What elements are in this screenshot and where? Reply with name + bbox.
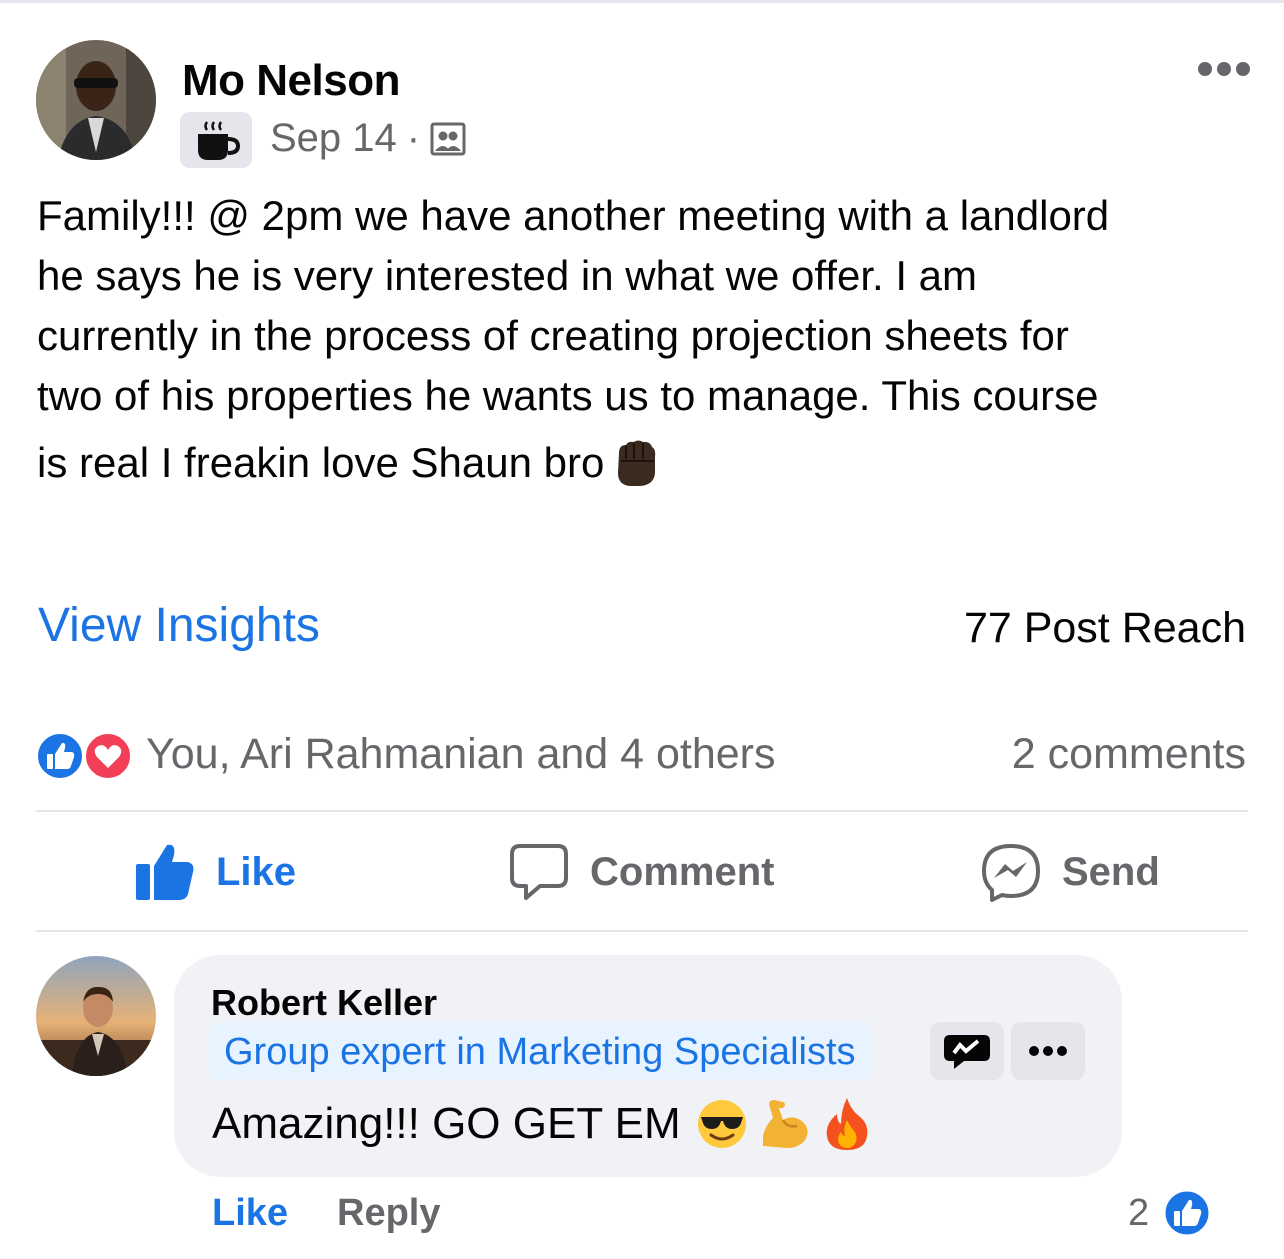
send-button[interactable]: Send — [980, 836, 1160, 908]
author-avatar[interactable] — [36, 40, 156, 160]
comments-count[interactable]: 2 comments — [1012, 730, 1246, 779]
post-text-last-line: is real I freakin love Shaun bro — [37, 426, 1237, 500]
post-text-line: he says he is very interested in what we… — [37, 252, 978, 299]
group-expert-badge[interactable]: Group expert in Marketing Specialists — [210, 1022, 870, 1080]
reaction-icons[interactable] — [34, 730, 136, 782]
expert-badge-icon[interactable] — [930, 1022, 1004, 1080]
commenter-avatar[interactable] — [36, 956, 156, 1076]
thumbs-up-icon — [136, 844, 194, 900]
comment-button[interactable]: Comment — [508, 836, 774, 908]
comment-more-icon[interactable] — [1011, 1022, 1085, 1080]
commenter-name[interactable]: Robert Keller — [211, 982, 437, 1024]
comment-like-count[interactable]: 2 — [1128, 1192, 1149, 1235]
sunglasses-face-icon — [697, 1100, 746, 1148]
divider — [36, 930, 1248, 932]
group-audience-icon — [430, 122, 466, 155]
like-button[interactable]: Like — [134, 836, 296, 908]
view-insights-link[interactable]: View Insights — [38, 598, 320, 653]
post-text-line: currently in the process of creating pro… — [37, 312, 1069, 359]
top-border — [0, 0, 1284, 3]
comment-reply-button[interactable]: Reply — [337, 1192, 440, 1235]
post-text: Family!!! @ 2pm we have another meeting … — [37, 186, 1237, 500]
post-text-line: Family!!! @ 2pm we have another meeting … — [37, 192, 1110, 239]
more-dots-icon[interactable] — [1196, 56, 1252, 82]
meta-separator: · — [406, 116, 421, 160]
send-label: Send — [1062, 849, 1160, 894]
raised-fist-icon — [618, 440, 656, 486]
comment-like-button[interactable]: Like — [212, 1192, 288, 1235]
like-reaction-icon[interactable] — [1162, 1188, 1212, 1238]
post-meta: Sep 14 · — [270, 116, 466, 161]
coffee-cup-icon[interactable] — [180, 112, 252, 168]
reactions-summary[interactable]: You, Ari Rahmanian and 4 others — [146, 730, 776, 779]
post-text-line: is real I freakin love Shaun bro — [37, 439, 605, 486]
post-text-line: two of his properties he wants us to man… — [37, 372, 1099, 419]
flexed-biceps-icon — [762, 1100, 808, 1148]
post-reach: 77 Post Reach — [963, 604, 1246, 652]
messenger-icon — [982, 844, 1040, 902]
divider — [36, 810, 1248, 812]
comment-text: Amazing!!! GO GET EM — [212, 1099, 681, 1148]
fire-icon — [826, 1098, 867, 1150]
speech-bubble-icon — [510, 844, 568, 900]
post-author-name[interactable]: Mo Nelson — [182, 56, 400, 106]
comment-label: Comment — [590, 849, 775, 894]
post-date[interactable]: Sep 14 — [270, 116, 397, 161]
like-label: Like — [216, 849, 297, 894]
comment-text-row: Amazing!!! GO GET EM — [212, 1096, 873, 1152]
